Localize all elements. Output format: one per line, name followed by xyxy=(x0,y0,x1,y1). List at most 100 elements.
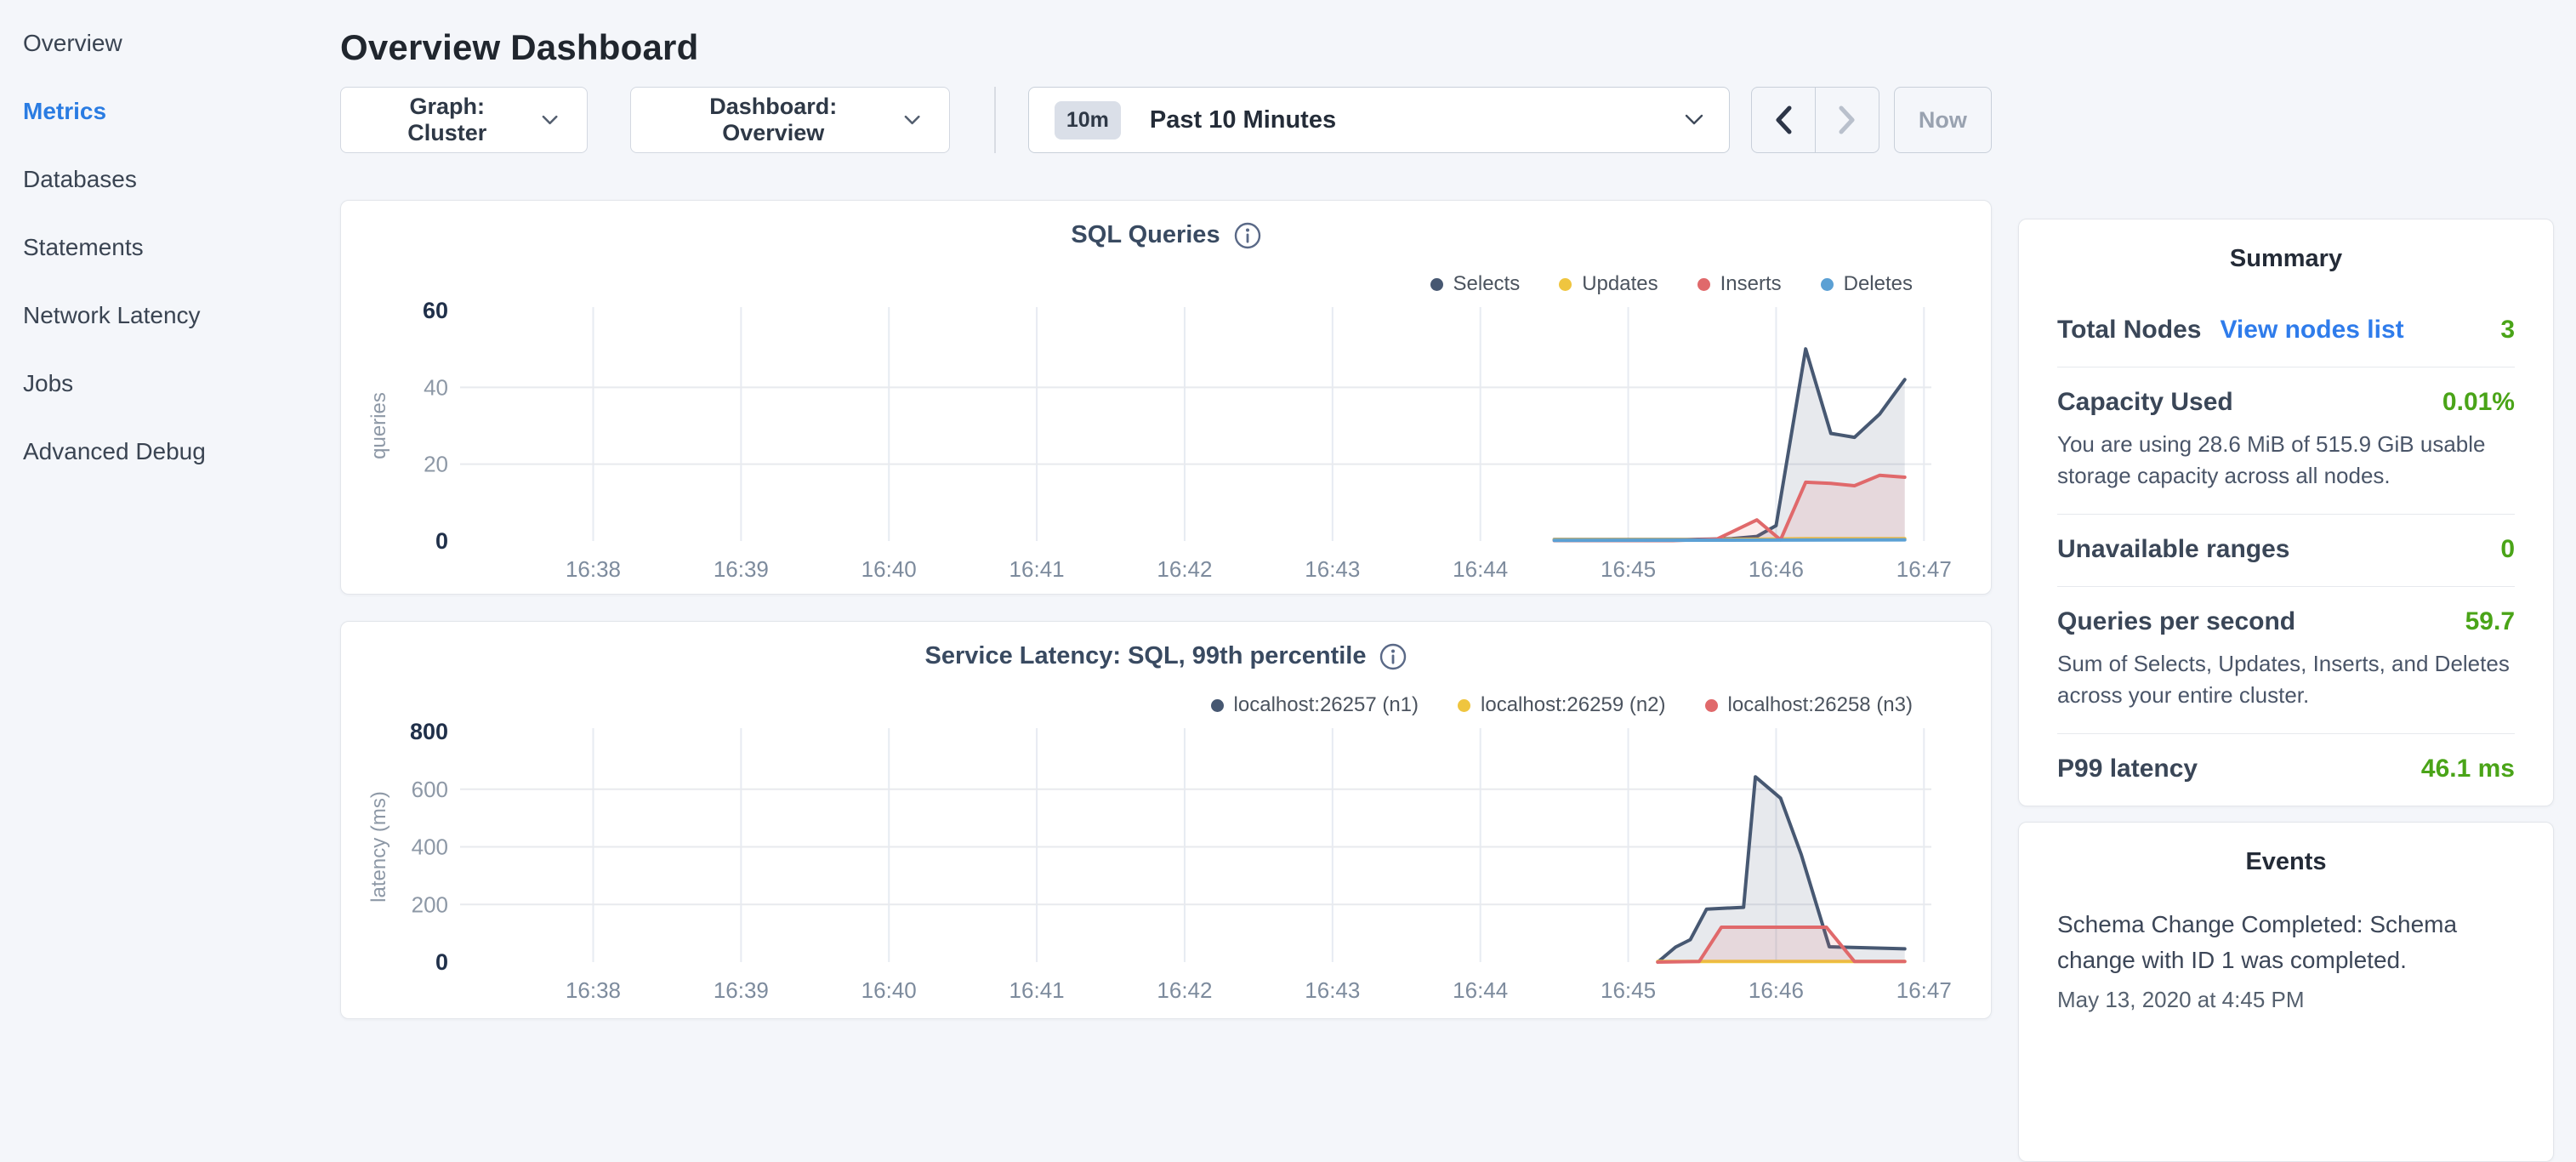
sidebar-item-network-latency[interactable]: Network Latency xyxy=(0,282,340,350)
sidebar-item-overview[interactable]: Overview xyxy=(0,9,340,77)
event-date: May 13, 2020 at 4:45 PM xyxy=(2057,987,2515,1013)
summary-row-queries-per-second: Queries per second59.7Sum of Selects, Up… xyxy=(2057,586,2515,733)
legend-label: Selects xyxy=(1453,272,1521,296)
x-tick-label: 16:38 xyxy=(566,556,621,582)
dashboard-select-dropdown[interactable]: Dashboard: Overview xyxy=(630,87,950,153)
summary-row-description: Sum of Selects, Updates, Inserts, and De… xyxy=(2057,648,2515,711)
summary-row-capacity-used: Capacity Used0.01%You are using 28.6 MiB… xyxy=(2057,367,2515,514)
y-tick-label: 40 xyxy=(424,374,448,400)
x-tick-label: 16:41 xyxy=(1009,556,1065,582)
legend-label: Updates xyxy=(1582,272,1658,296)
summary-row-label: Total Nodes xyxy=(2057,316,2201,345)
legend-item: Inserts xyxy=(1697,272,1782,296)
events-title: Events xyxy=(2057,848,2515,876)
x-tick-label: 16:41 xyxy=(1009,977,1065,1003)
page-title: Overview Dashboard xyxy=(340,27,1992,68)
summary-row-unavailable-ranges: Unavailable ranges 0 xyxy=(2057,514,2515,586)
summary-row-label: P99 latency xyxy=(2057,755,2198,783)
main-content: Overview Dashboard Graph: Cluster Dashbo… xyxy=(340,0,1992,1051)
latency-chart[interactable]: 16:3816:3916:4016:4116:4216:4316:4416:45… xyxy=(341,715,1993,1009)
view-nodes-list-link[interactable]: View nodes list xyxy=(2220,316,2403,345)
y-tick-label: 60 xyxy=(423,298,448,323)
summary-row-label: Capacity Used xyxy=(2057,388,2233,417)
legend-dot-icon xyxy=(1211,699,1224,712)
dashboard-select-label: Dashboard: Overview xyxy=(660,94,887,146)
legend-label: localhost:26259 (n2) xyxy=(1481,693,1665,717)
sql-queries-legend: Selects Updates Inserts Deletes xyxy=(1430,272,1914,296)
now-button[interactable]: Now xyxy=(1894,87,1992,153)
latency-title: Service Latency: SQL, 99th percentile xyxy=(925,642,1367,670)
summary-row-value: 0 xyxy=(2500,535,2515,564)
time-next-button[interactable] xyxy=(1816,88,1879,152)
info-icon[interactable] xyxy=(1234,222,1261,249)
sidebar-item-statements[interactable]: Statements xyxy=(0,214,340,282)
series-line xyxy=(1555,540,1905,541)
right-sidebar: Summary Total Nodes View nodes list 3 Capac… xyxy=(2018,0,2554,1051)
legend-dot-icon xyxy=(1705,699,1718,712)
latency-title-row: Service Latency: SQL, 99th percentile xyxy=(341,642,1991,670)
summary-row-total-nodes: Total Nodes View nodes list 3 xyxy=(2057,295,2515,367)
legend-item: Deletes xyxy=(1821,272,1913,296)
chart-svg: 16:3816:3916:4016:4116:4216:4316:4416:45… xyxy=(341,294,1993,588)
legend-label: localhost:26258 (n3) xyxy=(1728,693,1913,717)
sql-queries-title-row: SQL Queries xyxy=(341,221,1991,249)
legend-label: Deletes xyxy=(1844,272,1913,296)
legend-label: Inserts xyxy=(1720,272,1782,296)
info-icon[interactable] xyxy=(1379,643,1407,670)
time-step-group xyxy=(1751,87,1879,153)
x-tick-label: 16:44 xyxy=(1453,556,1508,582)
sidebar-nav-list: OverviewMetricsDatabasesStatementsNetwor… xyxy=(0,9,340,486)
y-tick-label: 20 xyxy=(424,452,448,477)
x-tick-label: 16:40 xyxy=(862,556,917,582)
graph-scope-label: Graph: Cluster xyxy=(370,94,525,146)
events-panel: Events Schema Change Completed: Schema c… xyxy=(2018,822,2554,1162)
x-tick-label: 16:47 xyxy=(1896,556,1952,582)
event-item: Schema Change Completed: Schema change w… xyxy=(2057,907,2515,1013)
x-tick-label: 16:42 xyxy=(1157,977,1212,1003)
legend-dot-icon xyxy=(1559,278,1572,291)
x-tick-label: 16:46 xyxy=(1749,556,1804,582)
sidebar-item-jobs[interactable]: Jobs xyxy=(0,350,340,418)
chart-svg: 16:3816:3916:4016:4116:4216:4316:4416:45… xyxy=(341,715,1993,1009)
y-tick-label: 0 xyxy=(435,949,448,975)
sql-queries-chart[interactable]: 16:3816:3916:4016:4116:4216:4316:4416:45… xyxy=(341,294,1993,588)
chevron-right-icon xyxy=(1838,105,1857,134)
graph-scope-dropdown[interactable]: Graph: Cluster xyxy=(340,87,588,153)
time-range-label: Past 10 Minutes xyxy=(1150,106,1685,134)
chevron-down-icon xyxy=(904,115,920,125)
x-tick-label: 16:38 xyxy=(566,977,621,1003)
dashboard-controls: Graph: Cluster Dashboard: Overview 10m P… xyxy=(340,87,1992,153)
time-range-badge: 10m xyxy=(1055,101,1121,140)
y-tick-label: 800 xyxy=(410,719,448,744)
summary-row-value: 3 xyxy=(2500,316,2515,345)
x-tick-label: 16:44 xyxy=(1453,977,1508,1003)
legend-item: Updates xyxy=(1559,272,1658,296)
time-prev-button[interactable] xyxy=(1752,88,1815,152)
x-tick-label: 16:45 xyxy=(1601,977,1656,1003)
sidebar-item-advanced-debug[interactable]: Advanced Debug xyxy=(0,418,340,486)
x-tick-label: 16:43 xyxy=(1305,977,1360,1003)
y-axis-title: latency (ms) xyxy=(367,791,390,903)
y-axis-title: queries xyxy=(367,392,390,459)
y-tick-label: 400 xyxy=(412,834,448,860)
x-tick-label: 16:40 xyxy=(862,977,917,1003)
y-tick-label: 600 xyxy=(412,777,448,802)
x-tick-label: 16:39 xyxy=(714,556,769,582)
summary-row-label: Unavailable ranges xyxy=(2057,535,2289,564)
summary-rows: Total Nodes View nodes list 3 Capacity Used… xyxy=(2057,295,2515,806)
event-text: Schema Change Completed: Schema change w… xyxy=(2057,907,2515,978)
legend-dot-icon xyxy=(1458,699,1470,712)
controls-divider xyxy=(994,87,996,153)
x-tick-label: 16:43 xyxy=(1305,556,1360,582)
page: OverviewMetricsDatabasesStatementsNetwor… xyxy=(0,0,2576,1051)
legend-item: localhost:26259 (n2) xyxy=(1458,693,1665,717)
time-range-dropdown[interactable]: 10m Past 10 Minutes xyxy=(1028,87,1730,153)
chevron-down-icon xyxy=(1685,114,1703,126)
sidebar: OverviewMetricsDatabasesStatementsNetwor… xyxy=(0,0,340,1051)
legend-dot-icon xyxy=(1430,278,1443,291)
summary-title: Summary xyxy=(2057,245,2515,273)
legend-item: localhost:26257 (n1) xyxy=(1211,693,1419,717)
sidebar-item-metrics[interactable]: Metrics xyxy=(0,77,340,145)
x-tick-label: 16:45 xyxy=(1601,556,1656,582)
sidebar-item-databases[interactable]: Databases xyxy=(0,145,340,214)
